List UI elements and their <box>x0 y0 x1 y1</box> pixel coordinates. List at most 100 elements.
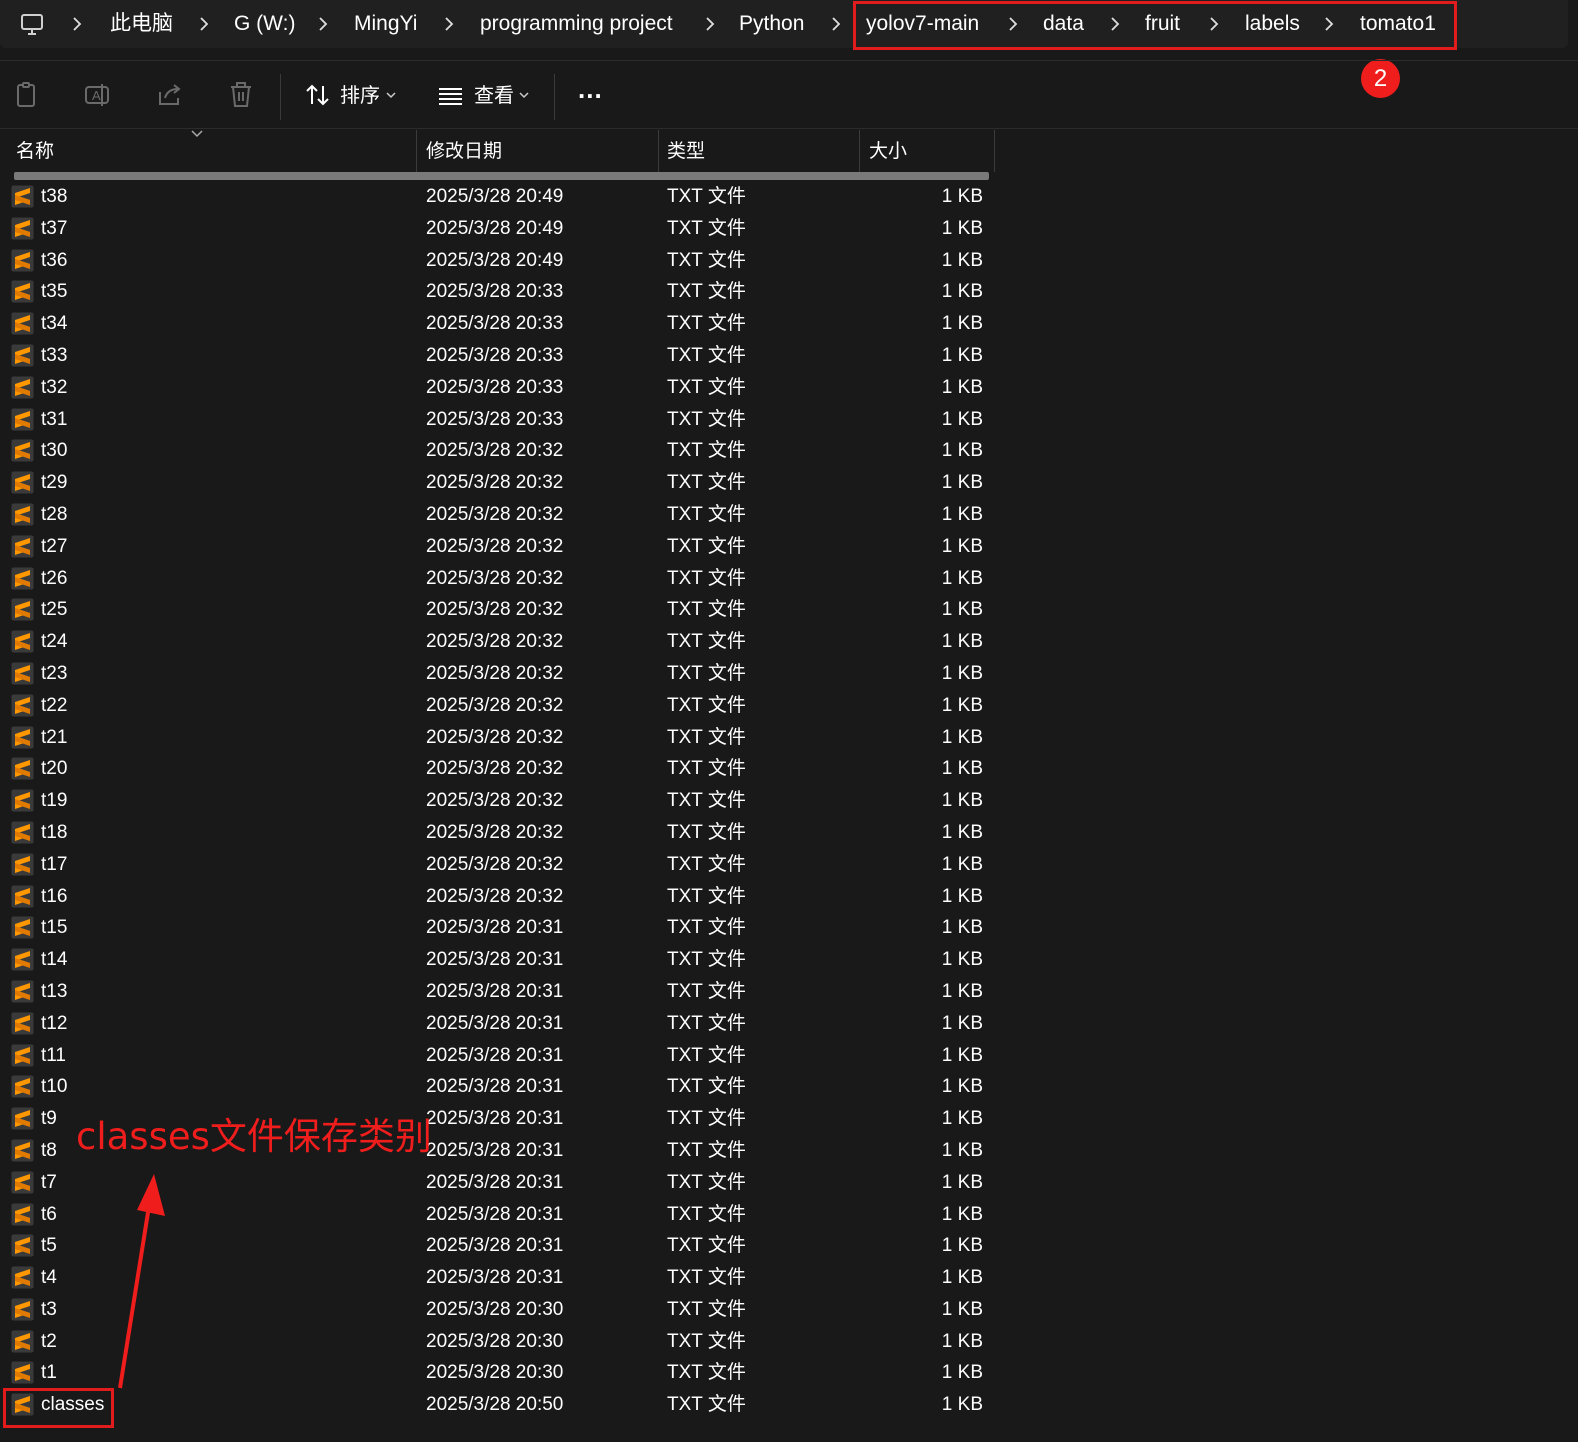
file-modified-date: 2025/3/28 20:32 <box>426 662 564 684</box>
file-row[interactable]: t17 2025/3/28 20:32 TXT 文件 1 KB <box>0 849 995 881</box>
file-type: TXT 文件 <box>667 1298 746 1320</box>
sublime-text-file-icon <box>11 916 34 939</box>
file-modified-date: 2025/3/28 20:32 <box>426 599 564 621</box>
file-row[interactable]: t33 2025/3/28 20:33 TXT 文件 1 KB <box>0 340 995 372</box>
share-icon[interactable] <box>155 80 185 110</box>
chevron-right-icon[interactable] <box>197 12 211 36</box>
file-size: 1 KB <box>941 758 983 780</box>
file-row[interactable]: t32 2025/3/28 20:33 TXT 文件 1 KB <box>0 372 995 404</box>
file-row[interactable]: t12 2025/3/28 20:31 TXT 文件 1 KB <box>0 1008 995 1040</box>
file-size: 1 KB <box>941 631 983 653</box>
column-divider[interactable] <box>994 130 995 172</box>
chevron-right-icon[interactable] <box>70 12 84 36</box>
sublime-text-file-icon <box>11 1075 34 1098</box>
breadcrumb-item[interactable]: 此电脑 <box>110 10 173 38</box>
file-row[interactable]: t29 2025/3/28 20:32 TXT 文件 1 KB <box>0 467 995 499</box>
file-row[interactable]: t10 2025/3/28 20:31 TXT 文件 1 KB <box>0 1071 995 1103</box>
column-header-date[interactable]: 修改日期 <box>426 140 502 164</box>
file-row[interactable]: t31 2025/3/28 20:33 TXT 文件 1 KB <box>0 404 995 436</box>
file-row[interactable]: t14 2025/3/28 20:31 TXT 文件 1 KB <box>0 944 995 976</box>
view-button[interactable]: 查看 <box>474 83 514 109</box>
file-modified-date: 2025/3/28 20:33 <box>426 344 564 366</box>
file-row[interactable]: t20 2025/3/28 20:32 TXT 文件 1 KB <box>0 753 995 785</box>
file-row[interactable]: t19 2025/3/28 20:32 TXT 文件 1 KB <box>0 785 995 817</box>
file-row[interactable]: t22 2025/3/28 20:32 TXT 文件 1 KB <box>0 690 995 722</box>
sublime-text-file-icon <box>11 1171 34 1194</box>
file-row[interactable]: t28 2025/3/28 20:32 TXT 文件 1 KB <box>0 499 995 531</box>
column-divider[interactable] <box>416 130 417 172</box>
file-row[interactable]: t21 2025/3/28 20:32 TXT 文件 1 KB <box>0 722 995 754</box>
file-row[interactable]: t27 2025/3/28 20:32 TXT 文件 1 KB <box>0 531 995 563</box>
file-type: TXT 文件 <box>667 1362 746 1384</box>
file-row[interactable]: t35 2025/3/28 20:33 TXT 文件 1 KB <box>0 276 995 308</box>
column-divider[interactable] <box>658 130 659 172</box>
column-header-size[interactable]: 大小 <box>869 140 907 164</box>
file-type: TXT 文件 <box>667 567 746 589</box>
sublime-text-file-icon <box>11 376 34 399</box>
file-row[interactable]: t18 2025/3/28 20:32 TXT 文件 1 KB <box>0 817 995 849</box>
computer-icon[interactable] <box>19 12 45 38</box>
command-bar: A 排序 查看 ... <box>0 62 1578 128</box>
file-row[interactable]: t25 2025/3/28 20:32 TXT 文件 1 KB <box>0 594 995 626</box>
file-row[interactable]: t11 2025/3/28 20:31 TXT 文件 1 KB <box>0 1040 995 1072</box>
file-name: t2 <box>41 1330 57 1352</box>
file-row[interactable]: t38 2025/3/28 20:49 TXT 文件 1 KB <box>0 181 995 213</box>
file-modified-date: 2025/3/28 20:49 <box>426 217 564 239</box>
column-header-type[interactable]: 类型 <box>667 140 705 164</box>
file-size: 1 KB <box>941 694 983 716</box>
breadcrumb-item[interactable]: G (W:) <box>234 10 295 38</box>
column-header-name[interactable]: 名称 <box>16 140 54 164</box>
file-row[interactable]: t37 2025/3/28 20:49 TXT 文件 1 KB <box>0 213 995 245</box>
file-modified-date: 2025/3/28 20:50 <box>426 1394 564 1416</box>
chevron-right-icon[interactable] <box>829 12 843 36</box>
toolbar-separator <box>554 74 555 120</box>
chevron-right-icon[interactable] <box>442 12 456 36</box>
sort-button[interactable]: 排序 <box>340 83 380 109</box>
chevron-right-icon[interactable] <box>703 12 717 36</box>
file-type: TXT 文件 <box>667 599 746 621</box>
file-row[interactable]: t26 2025/3/28 20:32 TXT 文件 1 KB <box>0 563 995 595</box>
rename-icon[interactable]: A <box>83 80 113 110</box>
file-row[interactable]: t36 2025/3/28 20:49 TXT 文件 1 KB <box>0 245 995 277</box>
breadcrumb-item[interactable]: MingYi <box>354 10 417 38</box>
file-row[interactable]: t15 2025/3/28 20:31 TXT 文件 1 KB <box>0 912 995 944</box>
file-modified-date: 2025/3/28 20:33 <box>426 313 564 335</box>
breadcrumb-highlight-box <box>853 1 1457 50</box>
file-modified-date: 2025/3/28 20:30 <box>426 1362 564 1384</box>
sort-icon[interactable] <box>303 80 333 110</box>
file-row[interactable]: t34 2025/3/28 20:33 TXT 文件 1 KB <box>0 308 995 340</box>
file-name: t30 <box>41 440 68 462</box>
view-list-icon[interactable] <box>436 80 466 110</box>
file-modified-date: 2025/3/28 20:32 <box>426 694 564 716</box>
file-type: TXT 文件 <box>667 472 746 494</box>
file-type: TXT 文件 <box>667 758 746 780</box>
breadcrumb-item[interactable]: Python <box>739 10 804 38</box>
annotation-note: classes文件保存类别 <box>76 1115 432 1158</box>
file-row[interactable]: t13 2025/3/28 20:31 TXT 文件 1 KB <box>0 976 995 1008</box>
sublime-text-file-icon <box>11 1044 34 1067</box>
sublime-text-file-icon <box>11 1330 34 1353</box>
scrollbar-thumb[interactable] <box>14 172 989 180</box>
more-options-button[interactable]: ... <box>578 76 603 102</box>
chevron-right-icon[interactable] <box>316 12 330 36</box>
file-size: 1 KB <box>941 567 983 589</box>
file-size: 1 KB <box>941 408 983 430</box>
sublime-text-file-icon <box>11 821 34 844</box>
file-name: t10 <box>41 1076 68 1098</box>
delete-icon[interactable] <box>226 80 256 110</box>
sublime-text-file-icon <box>11 535 34 558</box>
file-type: TXT 文件 <box>667 281 746 303</box>
copy-icon[interactable] <box>12 80 42 110</box>
file-row[interactable]: classes 2025/3/28 20:50 TXT 文件 1 KB <box>0 1389 995 1421</box>
file-modified-date: 2025/3/28 20:32 <box>426 790 564 812</box>
sublime-text-file-icon <box>11 1107 34 1130</box>
file-row[interactable]: t30 2025/3/28 20:32 TXT 文件 1 KB <box>0 435 995 467</box>
file-row[interactable]: t16 2025/3/28 20:32 TXT 文件 1 KB <box>0 881 995 913</box>
file-name: t31 <box>41 408 68 430</box>
column-divider[interactable] <box>859 130 860 172</box>
file-row[interactable]: t24 2025/3/28 20:32 TXT 文件 1 KB <box>0 626 995 658</box>
breadcrumb-item[interactable]: programming project <box>480 10 673 38</box>
file-row[interactable]: t23 2025/3/28 20:32 TXT 文件 1 KB <box>0 658 995 690</box>
sublime-text-file-icon <box>11 694 34 717</box>
file-name: t22 <box>41 694 68 716</box>
